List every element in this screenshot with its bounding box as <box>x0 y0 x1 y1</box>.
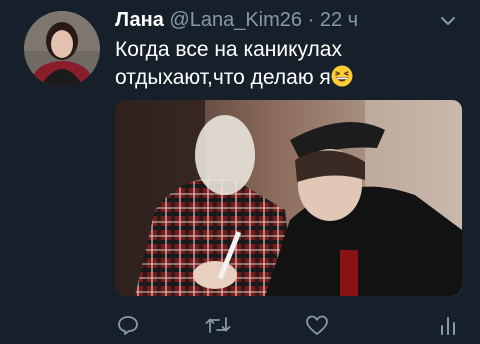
analytics-button[interactable] <box>440 314 456 341</box>
heart-icon <box>306 315 328 335</box>
tweet-time[interactable]: 22 ч <box>320 9 358 31</box>
reply-icon <box>118 316 138 335</box>
tweet-body: Когда все на каникулах отдыхают,что дела… <box>115 36 465 92</box>
tweet-header: Лана @Lana_Kim26 · 22 ч <box>115 6 460 34</box>
like-button[interactable] <box>305 314 329 341</box>
user-handle[interactable]: @Lana_Kim26 <box>169 9 302 31</box>
retweet-button[interactable] <box>205 314 231 341</box>
chevron-down-icon <box>441 17 455 25</box>
meta-separator: · <box>307 9 315 31</box>
grinning-squinting-face-emoji <box>331 65 353 87</box>
user-avatar[interactable] <box>24 11 100 87</box>
reply-button[interactable] <box>117 314 139 341</box>
analytics-icon <box>441 317 455 335</box>
more-options-button[interactable] <box>440 14 456 26</box>
avatar-photo <box>24 11 100 87</box>
tweet-media-image[interactable] <box>115 100 462 296</box>
retweet-icon <box>205 317 231 333</box>
display-name[interactable]: Лана <box>115 9 164 31</box>
tweet-text: Когда все на каникулах отдыхают,что дела… <box>115 38 342 89</box>
tweet-actions <box>0 310 480 344</box>
media-photo <box>115 100 462 296</box>
